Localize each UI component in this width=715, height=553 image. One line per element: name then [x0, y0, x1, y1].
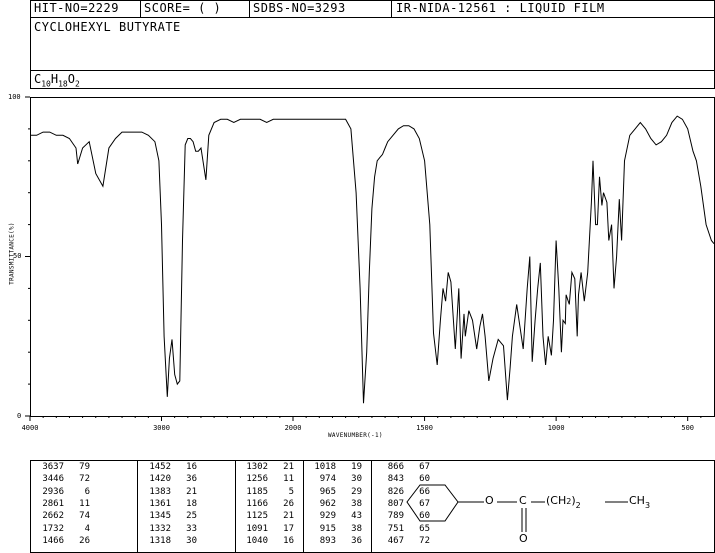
spectrum-line	[30, 115, 715, 404]
xtick-500: 500	[681, 424, 695, 432]
plot-frame	[30, 97, 715, 417]
ester-oxygen: O	[485, 494, 494, 507]
xtick-2000: 2000	[284, 424, 302, 432]
ir-spectrum-chart	[25, 96, 715, 421]
xtick-4000: 4000	[21, 424, 39, 432]
methylene-group: (CH2)2	[546, 494, 581, 510]
xtick-1500: 1500	[416, 424, 433, 432]
ytick-100: 100	[8, 93, 21, 101]
x-axis-label: WAVENUMBER(-1)	[328, 432, 383, 439]
carbonyl-carbon: C	[519, 494, 527, 507]
xtick-3000: 3000	[153, 424, 170, 432]
structure-drawing	[406, 484, 628, 532]
cyclohexane-ring	[406, 484, 459, 522]
methyl-group: CH3	[629, 494, 651, 510]
carbonyl-oxygen: O	[519, 532, 528, 545]
ytick-0: 0	[17, 412, 22, 420]
y-axis-label: TRANSMITTANCE(%)	[8, 222, 16, 285]
xtick-1000: 1000	[547, 424, 565, 432]
